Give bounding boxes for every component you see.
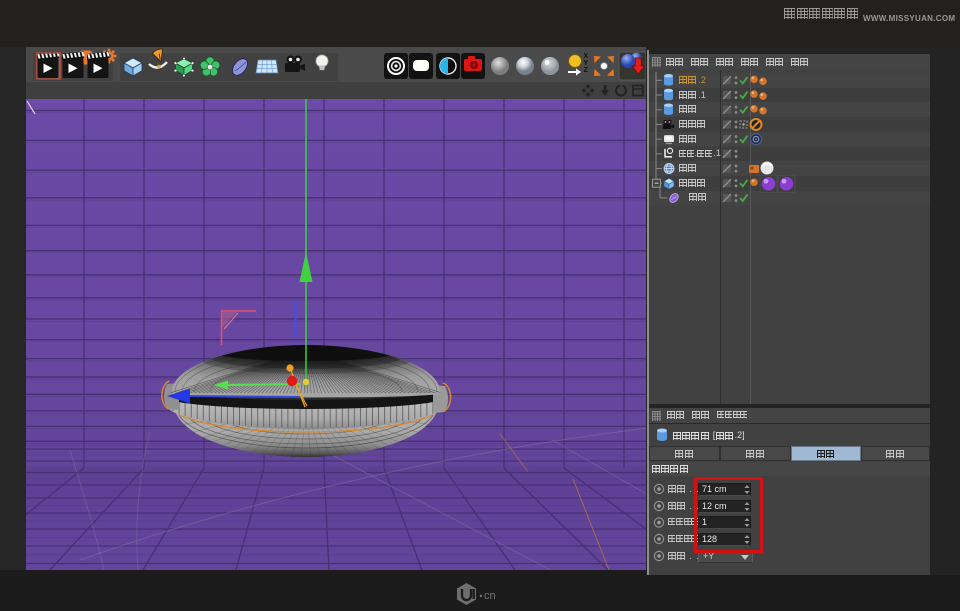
svg-text:Z: Z: [584, 67, 589, 74]
svg-text:cn: cn: [484, 590, 496, 602]
svg-text:X: X: [584, 53, 589, 60]
svg-text:Y: Y: [584, 60, 589, 67]
